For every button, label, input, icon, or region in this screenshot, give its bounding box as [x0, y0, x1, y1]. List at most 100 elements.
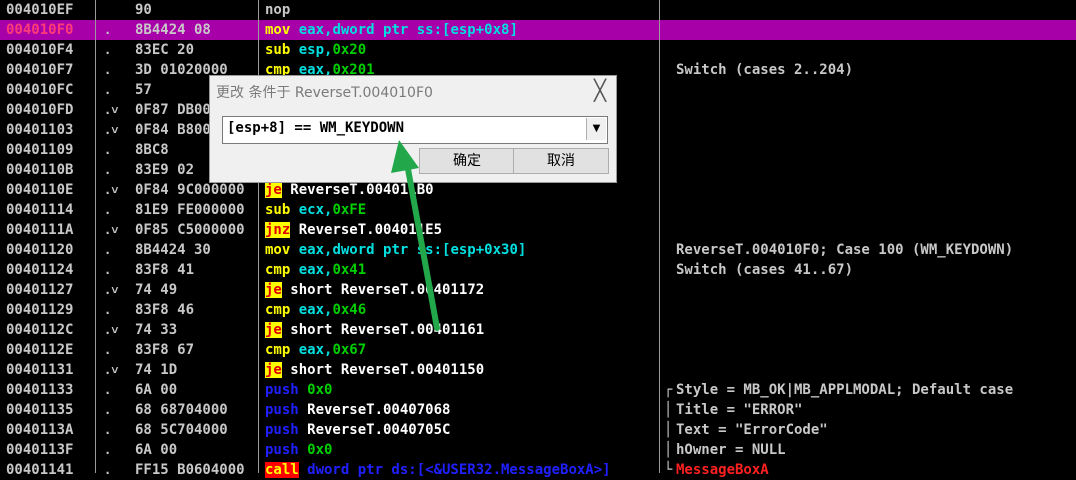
flow-marker: . [104, 403, 112, 417]
mnemonic: je [265, 362, 282, 378]
table-row[interactable]: 0040112C .˅ 74 33 je short ReverseT.0040116… [0, 320, 1076, 340]
disasm-cell: cmp eax,0x41 [265, 260, 366, 280]
hex-bytes-cell: 57 [135, 82, 152, 98]
condition-combobox[interactable]: [esp+8] == WM_KEYDOWN ▼ [222, 116, 608, 144]
close-icon[interactable]: ╳ [594, 78, 606, 102]
hex-bytes-cell: 81E9 FE000000 [135, 202, 245, 218]
flow-marker: .˅ [104, 183, 119, 197]
disasm-cell: push ReverseT.00407068 [265, 400, 450, 420]
table-row[interactable]: 00401129. 83F8 46 cmp eax,0x46 [0, 300, 1076, 320]
mnemonic: je [265, 322, 282, 338]
operand: short ReverseT.00401172 [281, 282, 485, 298]
address-cell: 00401129 [6, 302, 74, 318]
address-cell: 004010FD [6, 102, 74, 118]
comment-cell: Text = "ErrorCode" [676, 422, 828, 438]
operand: 0x41 [332, 262, 367, 278]
comment-cell: Title = "ERROR" [676, 402, 803, 418]
hex-bytes-cell: FF15 B0604000 [135, 462, 245, 478]
flow-marker: . [104, 443, 112, 457]
table-row[interactable]: 0040110E .˅ 0F84 9C000000 je ReverseT.00401… [0, 180, 1076, 200]
table-row[interactable]: 00401141. FF15 B0604000 call dword ptr ds:… [0, 460, 1076, 480]
disasm-cell: je short ReverseT.00401172 [265, 280, 484, 300]
ok-button[interactable]: 确定 [419, 148, 515, 174]
flow-marker: . [104, 23, 112, 37]
table-row[interactable]: 0040113F. 6A 00 push 0x0 │ hOwner = NULL [0, 440, 1076, 460]
chevron-down-icon[interactable]: ▼ [586, 118, 606, 140]
table-row[interactable]: 004010EF 90 nop [0, 0, 1076, 20]
operand: ReverseT.004011B0 [281, 182, 434, 198]
flow-marker: . [104, 43, 112, 57]
address-cell: 00401133 [6, 382, 74, 398]
mnemonic: mov [265, 22, 291, 38]
flow-marker: .˅ [104, 323, 119, 337]
table-row[interactable]: 00401135. 68 68704000 push ReverseT.004070… [0, 400, 1076, 420]
table-row[interactable]: 004010F4. 83EC 20 sub esp,0x20 [0, 40, 1076, 60]
table-row[interactable]: 00401120. 8B4424 30 mov eax,dword ptr ss:[… [0, 240, 1076, 260]
operand: ReverseT.004011E5 [290, 222, 443, 238]
mnemonic: nop [265, 2, 291, 18]
address-cell: 0040113F [6, 442, 74, 458]
operand: ReverseT.0040705C [298, 422, 451, 438]
hex-bytes-cell: 8B4424 08 [135, 22, 211, 38]
table-row[interactable]: 004010F0. 8B4424 08 mov eax,dword ptr ss:[… [0, 20, 1076, 40]
column-divider-address [95, 0, 96, 473]
flow-marker: .˅ [104, 123, 119, 137]
hex-bytes-cell: 6A 00 [135, 442, 178, 458]
hex-bytes-cell: 90 [135, 2, 152, 18]
mnemonic: sub [265, 202, 291, 218]
mnemonic: jnz [265, 222, 291, 238]
address-cell: 004010EF [6, 2, 74, 18]
comment-cell: Switch (cases 2..204) [676, 62, 854, 78]
hex-bytes-cell: 8B4424 30 [135, 242, 211, 258]
flow-marker: . [104, 263, 112, 277]
flow-marker: .˅ [104, 363, 119, 377]
table-row[interactable]: 00401133. 6A 00 push 0x0 ┌ Style = MB_OK|MB_… [0, 380, 1076, 400]
flow-marker: . [104, 83, 112, 97]
hex-bytes-cell: 83F8 46 [135, 302, 195, 318]
mnemonic: push [265, 382, 299, 398]
hex-bytes-cell: 74 49 [135, 282, 178, 298]
cancel-button[interactable]: 取消 [513, 148, 609, 174]
operand: eax,dword ptr ss:[esp+0x30] [290, 242, 527, 258]
table-row[interactable]: 00401131 .˅ 74 1D je short ReverseT.0040115… [0, 360, 1076, 380]
address-cell: 0040112E [6, 342, 74, 358]
disasm-cell: nop [265, 0, 290, 20]
comment-brace: │ [664, 422, 673, 438]
address-cell: 00401109 [6, 142, 74, 158]
flow-marker: . [104, 163, 112, 177]
disasm-cell: cmp eax,0x46 [265, 300, 366, 320]
column-divider-hex [258, 0, 259, 473]
hex-bytes-cell: 83F8 41 [135, 262, 195, 278]
disasm-cell: mov eax,dword ptr ss:[esp+0x8] [265, 20, 518, 40]
comment-cell: Style = MB_OK|MB_APPLMODAL; Default case [676, 382, 1014, 398]
operand: ecx, [290, 202, 333, 218]
table-row[interactable]: 00401114. 81E9 FE000000 sub ecx,0xFE [0, 200, 1076, 220]
table-row[interactable]: 00401127 .˅ 74 49 je short ReverseT.0040117… [0, 280, 1076, 300]
table-row[interactable]: 0040111A .˅ 0F85 C5000000 jnz ReverseT.0040… [0, 220, 1076, 240]
operand: 0x0 [298, 442, 333, 458]
table-row[interactable]: 0040112E. 83F8 67 cmp eax,0x67 [0, 340, 1076, 360]
flow-marker: .˅ [104, 103, 119, 117]
mnemonic: cmp [265, 262, 291, 278]
disasm-cell: je ReverseT.004011B0 [265, 180, 434, 200]
operand: eax,dword ptr ss:[esp+0x8] [290, 22, 518, 38]
operand: esp, [290, 42, 333, 58]
disasm-cell: sub esp,0x20 [265, 40, 366, 60]
table-row[interactable]: 00401124. 83F8 41 cmp eax,0x41 Switch (case… [0, 260, 1076, 280]
operand: 0xFE [332, 202, 367, 218]
table-row[interactable]: 0040113A. 68 5C704000 push ReverseT.004070… [0, 420, 1076, 440]
address-cell: 00401141 [6, 462, 74, 478]
address-cell: 0040110E [6, 182, 74, 198]
operand: ReverseT.00407068 [298, 402, 451, 418]
condition-input[interactable]: [esp+8] == WM_KEYDOWN [227, 120, 404, 136]
address-cell: 004010F4 [6, 42, 74, 58]
disasm-cell: push 0x0 [265, 380, 332, 400]
address-cell: 00401124 [6, 262, 74, 278]
mnemonic: call [265, 462, 299, 478]
operand: short ReverseT.00401161 [281, 322, 485, 338]
hex-bytes-cell: 68 5C704000 [135, 422, 228, 438]
flow-marker: . [104, 463, 112, 477]
flow-marker: . [104, 63, 112, 77]
hex-bytes-cell: 0F84 9C000000 [135, 182, 245, 198]
address-cell: 004010FC [6, 82, 74, 98]
